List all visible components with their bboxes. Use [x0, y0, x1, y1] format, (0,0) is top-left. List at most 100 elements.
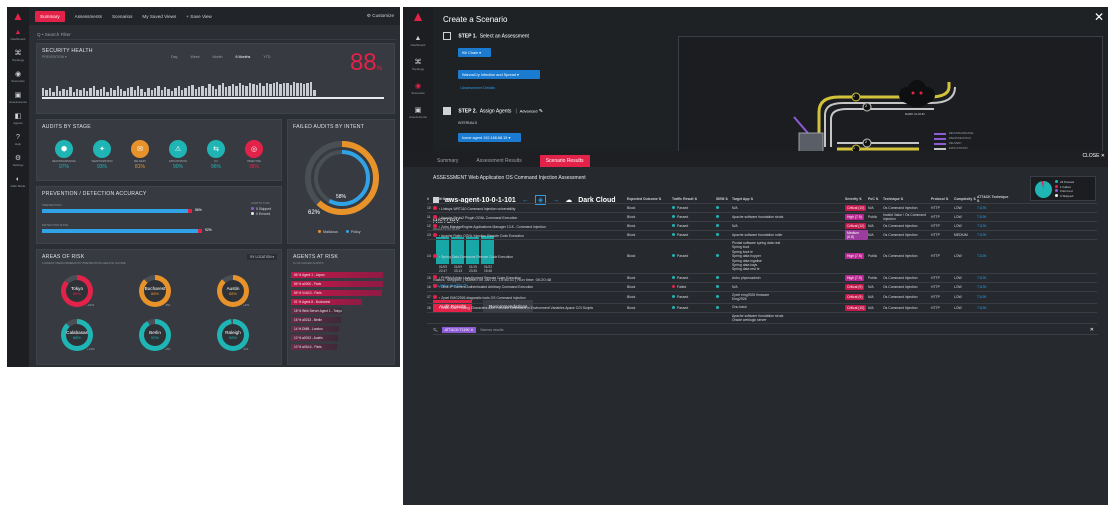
attack-technique-link[interactable]: T1190 — [977, 254, 1009, 258]
table-row[interactable]: 10 › Linksys WRT110 Command Injection vul… — [427, 204, 1097, 213]
stage-delivery[interactable]: ✉ DELIVERY 81% — [125, 140, 155, 170]
stage-objective[interactable]: ◎ OBJECTIVE 38% — [239, 140, 269, 170]
range-tab-day[interactable]: Day — [171, 55, 177, 59]
location-select[interactable]: BY LOCATION ▾ — [247, 254, 277, 260]
column-header[interactable]: Traffic Result ⇅ — [672, 197, 716, 201]
column-header[interactable]: ATT&CK Technique ⇅ — [977, 195, 1009, 203]
attack-technique-link[interactable]: T1190 — [977, 306, 1009, 310]
column-header[interactable]: Complexity ⇅ — [954, 197, 977, 201]
table-row[interactable]: 11 › Apache Struts2 Plugin OGNL Command E… — [427, 213, 1097, 222]
sidebar-item-scenarios[interactable]: ◉ Scenarios — [7, 71, 29, 83]
complexity: LOW — [954, 224, 962, 228]
attack-technique-link[interactable]: T1190 — [977, 295, 1009, 299]
audit-name[interactable]: › Zyxel EMG2926 diagnostic tools OS Comm… — [433, 294, 627, 300]
tab-assessments[interactable]: Assessments — [75, 14, 102, 19]
audit-name[interactable]: › Spring Data Commons Remote Code Execut… — [433, 253, 627, 259]
agent-row[interactable]: 51 % Agent 8 - Bucharest — [291, 299, 362, 305]
audit-name[interactable]: › Apache Roller OGNL Injection Remote Co… — [433, 232, 627, 238]
assessment-details-link[interactable]: i Assessment Details — [460, 86, 495, 90]
table-row[interactable]: 17 › Zyxel EMG2926 diagnostic tools OS Co… — [427, 292, 1097, 304]
table-row[interactable]: 15 › PHPMyAdmin Unauthorized Remote Code … — [427, 274, 1097, 283]
search-filter-input[interactable]: Q • Search Filter — [37, 29, 396, 40]
tab-scenarios[interactable]: Scenarios — [112, 14, 132, 19]
column-header[interactable]: Audit Name — [433, 197, 627, 201]
customize-button[interactable]: ⚙ Customize — [367, 13, 394, 19]
sidebar-item-dashboard[interactable]: ▲ Dashboard — [403, 35, 433, 47]
attack-technique-link[interactable]: T1190 — [977, 206, 1009, 210]
sidebar-item-agents[interactable]: ◧ Agents — [7, 113, 29, 125]
sidebar-item-dark-mode[interactable]: ◐ Dark Mode — [7, 176, 29, 188]
location-austin[interactable]: Austin 88% +4% — [213, 275, 253, 307]
audit-name[interactable]: › Dlink IP Camera Authenticated Arbitrar… — [433, 284, 627, 289]
table-row[interactable]: 13 › Apache Roller OGNL Injection Remote … — [427, 230, 1097, 240]
location-calabasas[interactable]: Calabasas 88% +11% — [57, 319, 97, 351]
sidebar-item-scenarios[interactable]: ◉ Scenarios — [403, 83, 433, 95]
advanced-toggle[interactable]: Advanced — [520, 108, 538, 113]
attack-technique-link[interactable]: T1190 — [977, 224, 1009, 228]
tab-assessment-results[interactable]: Assessment Results — [476, 158, 521, 167]
health-bar — [130, 86, 133, 96]
tab-summary[interactable]: Summary — [437, 158, 458, 167]
sidebar-item-dashboard[interactable]: ▲ Dashboard — [7, 29, 29, 41]
close-filter-icon[interactable]: ✕ — [1090, 327, 1094, 333]
agent-row[interactable]: 18 % Web Server Agent 1 - Tokyo — [291, 308, 342, 314]
table-row[interactable]: 14 › Spring Data Commons Remote Code Exec… — [427, 240, 1097, 274]
sidebar-item-assessments[interactable]: ▣ Assessments — [403, 107, 433, 119]
sidebar-item-settings[interactable]: ⚙ Settings — [7, 155, 29, 167]
column-header[interactable]: PoC ⇅ — [868, 197, 883, 201]
tab-saved-views[interactable]: My Saved Views — [142, 14, 176, 19]
range-tab-week[interactable]: Week — [190, 55, 199, 59]
column-header[interactable]: Severity ⇅ — [845, 197, 868, 201]
audit-name[interactable]: › PHPMyAdmin Unauthorized Remote Code Ex… — [433, 275, 627, 280]
results-filter[interactable]: 🔍︎ ATT&CK:T1190 ✕ Narrow results ✕ — [433, 325, 1098, 335]
agent-row[interactable]: 10 % aVA14 - Paris — [291, 344, 337, 350]
kill-chain-select[interactable]: Kill Chain ▾ — [458, 48, 491, 57]
assessment-select[interactable]: WannaCry Infection and Spread ▾ — [458, 70, 540, 79]
audit-name[interactable]: › Linksys WRT110 Command Injection vulne… — [433, 205, 627, 211]
attack-technique-link[interactable]: T1190 — [977, 233, 1009, 237]
column-header[interactable]: Protocol ⇅ — [931, 197, 954, 201]
stage-reconnaissance[interactable]: ⬢ RECONNAISSANCE 97% — [49, 140, 79, 170]
table-row[interactable]: 18 › DNIU Bash Trailing Characters After … — [427, 304, 1097, 313]
sidebar-item-topology[interactable]: ⌘ Topology — [7, 50, 29, 62]
sidebar-item-help[interactable]: ? Help — [7, 134, 29, 146]
filter-chip[interactable]: ATT&CK:T1190 ✕ — [441, 326, 477, 333]
audit-name[interactable]: › Zoho ManageEngine Applications Manager… — [433, 223, 627, 229]
close-results-button[interactable]: CLOSE ✕ — [1082, 153, 1105, 159]
tab-scenario-results[interactable]: Scenario Results — [539, 155, 590, 167]
range-tab-ytd[interactable]: YTD — [263, 55, 270, 59]
agent-row[interactable]: 86 % a0000 - Paris — [291, 281, 383, 287]
tab-summary[interactable]: Summary — [35, 10, 65, 22]
table-row[interactable]: 16 › Dlink IP Camera Authenticated Arbitr… — [427, 283, 1097, 292]
agent-row[interactable]: 12 % a0013 - Austin — [291, 335, 339, 341]
range-tab-month[interactable]: Month — [213, 55, 223, 59]
sidebar-item-topology[interactable]: ⌘ Topology — [403, 59, 433, 71]
audit-name[interactable]: › Apache Struts2 Plugin OGNL Command Exe… — [433, 214, 627, 220]
sidebar-item-assessments[interactable]: ▣ Assessments — [7, 92, 29, 104]
stage-c2[interactable]: ⇆ C2 96% — [201, 140, 231, 170]
stage-exploitation[interactable]: ⚠ EXPLOITATION 90% — [163, 140, 193, 170]
agent-row[interactable]: 16 % a0013 - Berlin — [291, 317, 341, 323]
stage-weaponization[interactable]: ✦ WEAPONIZATION 93% — [87, 140, 117, 170]
location-raleigh[interactable]: Raleigh 98% -1% — [213, 319, 253, 351]
agent-row[interactable]: 86 % Agent 1 - Japan — [291, 272, 383, 278]
column-header[interactable]: Expected Outcome ⇅ — [627, 197, 672, 201]
agent-select[interactable]: home agent 192.168.68.15 ▾ — [458, 133, 521, 142]
agent-row[interactable]: 14 % DMB - London — [291, 326, 340, 332]
location-berlin[interactable]: Berlin 92% -2% — [135, 319, 175, 351]
location-tokyo[interactable]: Tokyo 86% -21% — [57, 275, 97, 307]
attack-technique-link[interactable]: T1190 — [977, 285, 1009, 289]
location-bucharest[interactable]: Bucharest 88% -5% — [135, 275, 175, 307]
column-header[interactable]: SIEM ⇅ — [716, 197, 732, 201]
agent-row[interactable]: 85 % VxA10 - Paris — [291, 290, 382, 296]
close-icon[interactable]: ✕ — [1094, 10, 1104, 24]
attack-technique-link[interactable]: T1190 — [977, 276, 1009, 280]
table-row[interactable]: 12 › Zoho ManageEngine Applications Manag… — [427, 222, 1097, 231]
save-view-button[interactable]: + Save View — [186, 14, 212, 19]
attack-technique-link[interactable]: T1190 — [977, 215, 1009, 219]
audit-name[interactable]: › DNIU Bash Trailing Characters After Fu… — [433, 305, 627, 310]
table-row[interactable]: Apache software foundation struts Oracle … — [427, 313, 1097, 325]
column-header[interactable]: Target App ⇅ — [732, 197, 845, 201]
column-header[interactable]: Technique ⇅ — [883, 197, 931, 201]
range-tab-6-months[interactable]: 6 Months — [236, 55, 251, 59]
